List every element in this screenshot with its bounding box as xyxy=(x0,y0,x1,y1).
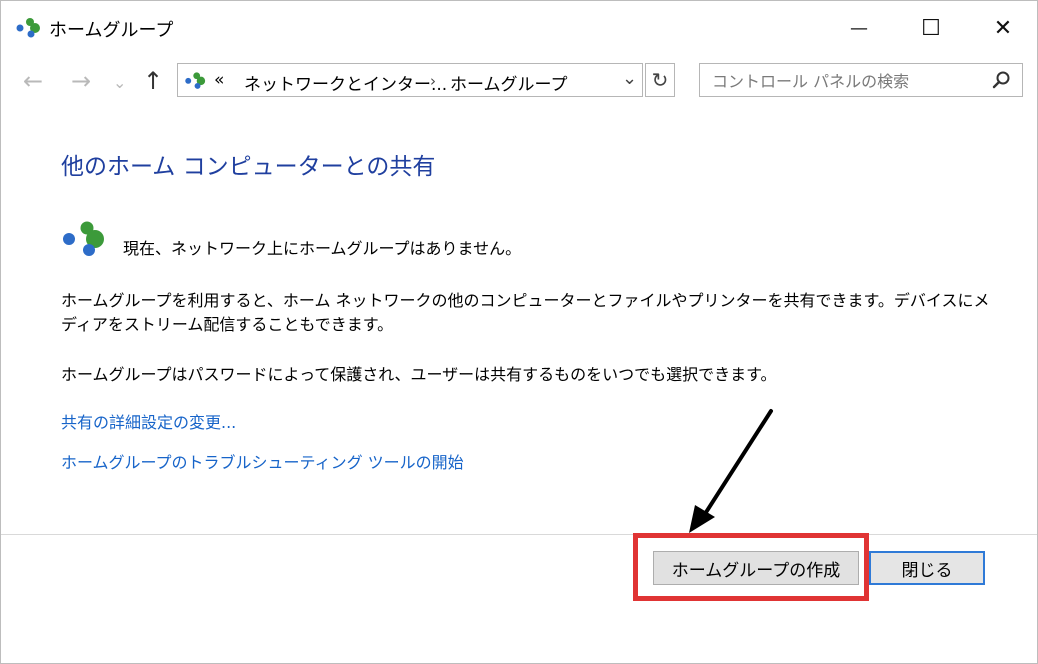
back-arrow-icon[interactable]: ← xyxy=(23,67,43,95)
title-bar[interactable]: ホームグループ — ☐ ✕ xyxy=(1,1,1037,53)
search-input[interactable] xyxy=(710,68,984,94)
close-button[interactable]: 閉じる xyxy=(869,551,985,585)
homegroup-large-icon xyxy=(63,221,104,256)
minimize-icon: — xyxy=(850,17,868,39)
close-window-button[interactable]: ✕ xyxy=(981,11,1025,45)
advanced-sharing-settings-link[interactable]: 共有の詳細設定の変更... xyxy=(61,409,236,433)
address-dropdown-icon[interactable]: ⌄ xyxy=(622,68,637,89)
window-title: ホームグループ xyxy=(49,20,174,41)
search-icon[interactable] xyxy=(988,67,1014,93)
breadcrumb-separator-icon[interactable]: › xyxy=(430,72,436,90)
password-info-paragraph: ホームグループはパスワードによって保護され、ユーザーは共有するものをいつでも選択… xyxy=(61,365,777,384)
maximize-button[interactable]: ☐ xyxy=(909,11,953,45)
close-icon: ✕ xyxy=(993,15,1013,41)
recent-locations-chevron-icon[interactable]: ⌄ xyxy=(113,73,126,92)
homegroup-icon xyxy=(185,72,206,89)
minimize-button[interactable]: — xyxy=(837,11,881,45)
address-bar[interactable]: « ネットワークとインター... › ホームグループ ⌄ xyxy=(177,63,643,97)
description-paragraph: ホームグループを利用すると、ホーム ネットワークの他のコンピューターとファイルや… xyxy=(61,291,990,334)
page-heading: 他のホーム コンピューターとの共有 xyxy=(61,154,436,180)
forward-arrow-icon[interactable]: → xyxy=(71,67,91,95)
troubleshooter-link[interactable]: ホームグループのトラブルシューティング ツールの開始 xyxy=(61,449,464,473)
up-arrow-icon[interactable]: ↑ xyxy=(143,67,163,95)
maximize-icon: ☐ xyxy=(921,15,941,41)
refresh-icon: ↻ xyxy=(651,68,669,92)
search-box[interactable] xyxy=(699,63,1023,97)
footer-divider xyxy=(1,534,1037,535)
create-homegroup-button[interactable]: ホームグループの作成 xyxy=(653,551,859,585)
breadcrumb-homegroup[interactable]: ホームグループ xyxy=(450,70,567,95)
homegroup-icon xyxy=(16,18,40,38)
navigation-bar: ← → ⌄ ↑ « ネットワークとインター... › ホームグループ ⌄ ↻ xyxy=(1,59,1037,105)
pointer-arrow-icon xyxy=(689,409,773,533)
refresh-button[interactable]: ↻ xyxy=(645,63,675,97)
address-overflow-chevron[interactable]: « xyxy=(214,70,224,90)
homegroup-status: 現在、ネットワーク上にホームグループはありません。 xyxy=(123,239,522,258)
breadcrumb-network[interactable]: ネットワークとインター... xyxy=(244,70,447,95)
homegroup-window: ホームグループ — ☐ ✕ ← → ⌄ ↑ « ネットワークとインター... ›… xyxy=(0,0,1038,664)
